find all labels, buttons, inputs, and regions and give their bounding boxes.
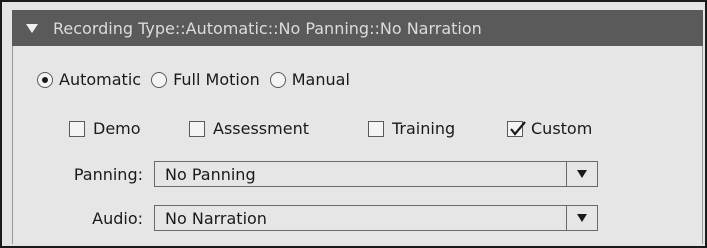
checkbox-label: Assessment	[213, 119, 309, 138]
radio-manual[interactable]: Manual	[269, 70, 350, 89]
radio-button[interactable]	[269, 71, 286, 88]
triangle-down-icon[interactable]	[26, 24, 38, 33]
checkbox[interactable]	[189, 120, 205, 137]
recording-mode-radio-group: Automatic Full Motion Manual	[37, 70, 360, 89]
chevron-down-icon	[577, 214, 587, 222]
radio-automatic[interactable]: Automatic	[37, 70, 141, 89]
radio-label: Manual	[291, 70, 350, 89]
checkbox-label: Demo	[93, 119, 141, 138]
audio-dropdown-button[interactable]	[566, 206, 597, 230]
checkbox-training[interactable]: Training	[368, 119, 455, 138]
checkbox[interactable]	[507, 120, 526, 137]
checkbox-demo[interactable]: Demo	[69, 119, 141, 138]
panning-dropdown-button[interactable]	[566, 162, 597, 186]
radio-label: Full Motion	[173, 70, 260, 89]
panning-label: Panning:	[73, 165, 143, 184]
checkmark-icon	[510, 120, 526, 136]
panel-body: Automatic Full Motion Manual Demo Assess…	[12, 46, 703, 244]
checkbox-label: Training	[392, 119, 456, 138]
checkbox[interactable]	[368, 120, 384, 137]
checkbox-custom[interactable]: Custom	[507, 119, 592, 138]
panel-header[interactable]: Recording Type::Automatic::No Panning::N…	[12, 10, 703, 46]
radio-full-motion[interactable]: Full Motion	[151, 70, 260, 89]
recording-type-panel: Recording Type::Automatic::No Panning::N…	[0, 0, 707, 248]
radio-selected-dot	[42, 76, 48, 83]
audio-dropdown[interactable]: No Narration	[154, 205, 598, 231]
radio-button[interactable]	[151, 71, 168, 88]
panning-value: No Panning	[165, 164, 256, 184]
checkbox[interactable]	[69, 120, 85, 137]
radio-label: Automatic	[59, 70, 142, 89]
checkbox-label: Custom	[531, 119, 593, 138]
chevron-down-icon	[577, 170, 587, 178]
panel-title: Recording Type::Automatic::No Panning::N…	[53, 18, 482, 38]
panning-dropdown[interactable]: No Panning	[154, 161, 598, 187]
audio-value: No Narration	[165, 208, 267, 228]
checkbox-assessment[interactable]: Assessment	[189, 119, 309, 138]
audio-label: Audio:	[92, 209, 143, 228]
radio-button[interactable]	[37, 71, 53, 88]
